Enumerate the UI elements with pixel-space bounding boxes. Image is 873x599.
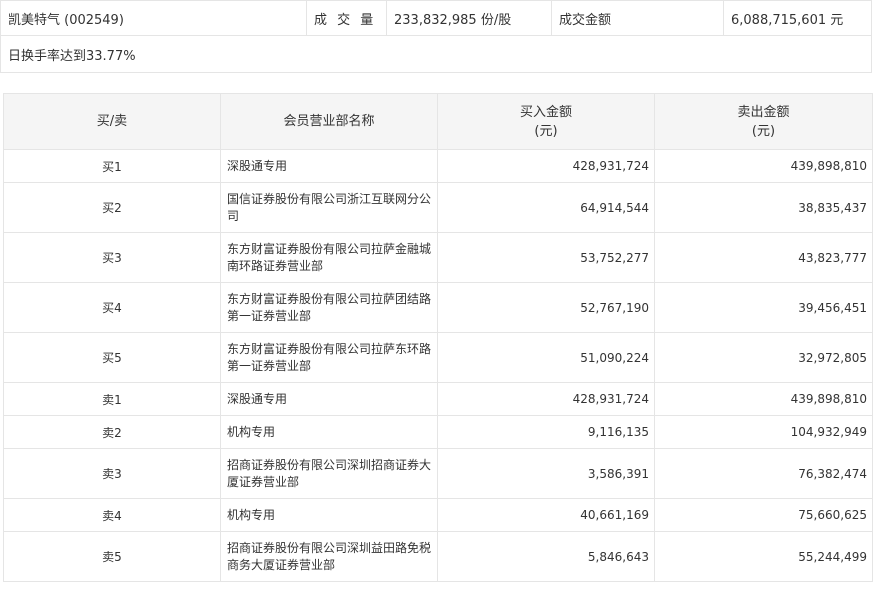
side-cell: 买1	[3, 149, 221, 183]
broker-name-cell: 东方财富证券股份有限公司拉萨东环路 第一证券营业部	[220, 332, 438, 383]
broker-name-line1: 机构专用	[227, 507, 276, 522]
broker-name-line2: 南环路证券营业部	[227, 258, 324, 273]
table-row: 买3 东方财富证券股份有限公司拉萨金融城 南环路证券营业部 53,752,277 …	[3, 232, 873, 283]
buy-amount-cell: 428,931,724	[437, 149, 655, 183]
table-row: 卖1 深股通专用 428,931,724 439,898,810	[3, 382, 873, 416]
broker-name-line2: 司	[227, 208, 240, 223]
broker-name-line1: 东方财富证券股份有限公司拉萨金融城	[227, 241, 432, 256]
sell-amount-cell: 76,382,474	[654, 448, 873, 499]
broker-name-line1: 东方财富证券股份有限公司拉萨团结路	[227, 291, 432, 306]
amount-value: 6,088,715,601 元	[723, 0, 872, 36]
summary-note-row: 日换手率达到33.77%	[0, 35, 872, 73]
stock-name: 凯美特气 (002549)	[0, 0, 307, 36]
broker-name-line1: 深股通专用	[227, 158, 288, 173]
broker-name-cell: 深股通专用	[220, 149, 438, 183]
volume-label: 成 交 量	[306, 0, 387, 36]
sell-amount-cell: 43,823,777	[654, 232, 873, 283]
sell-amount-cell: 104,932,949	[654, 415, 873, 449]
table-header-row: 买/卖 会员营业部名称 买入金额 (元) 卖出金额 (元)	[3, 93, 873, 150]
buy-amount-cell: 53,752,277	[437, 232, 655, 283]
buy-amount-cell: 64,914,544	[437, 182, 655, 233]
header-buy-line1: 买入金额	[519, 104, 572, 120]
sell-amount-cell: 439,898,810	[654, 149, 873, 183]
side-cell: 买4	[3, 282, 221, 333]
buy-amount-cell: 9,116,135	[437, 415, 655, 449]
buy-amount-cell: 51,090,224	[437, 332, 655, 383]
broker-name-cell: 深股通专用	[220, 382, 438, 416]
table-row: 买2 国信证券股份有限公司浙江互联网分公司 64,914,544 38,835,…	[3, 182, 873, 233]
header-sell-line1: 卖出金额	[737, 104, 790, 120]
table-row: 卖4 机构专用 40,661,169 75,660,625	[3, 498, 873, 532]
side-cell: 买5	[3, 332, 221, 383]
broker-name-line2: 第一证券营业部	[227, 358, 312, 373]
sell-amount-cell: 55,244,499	[654, 531, 873, 582]
amount-label: 成交金额	[551, 0, 724, 36]
side-cell: 卖1	[3, 382, 221, 416]
side-cell: 卖2	[3, 415, 221, 449]
broker-name-cell: 东方财富证券股份有限公司拉萨金融城 南环路证券营业部	[220, 232, 438, 283]
table-row: 买5 东方财富证券股份有限公司拉萨东环路 第一证券营业部 51,090,224 3…	[3, 332, 873, 383]
broker-name-line2: 厦证券营业部	[227, 474, 300, 489]
header-buy-line2: (元)	[534, 123, 558, 139]
table-row: 卖2 机构专用 9,116,135 104,932,949	[3, 415, 873, 449]
sell-amount-cell: 39,456,451	[654, 282, 873, 333]
table-row: 卖5 招商证券股份有限公司深圳益田路免税 商务大厦证券营业部 5,846,643 …	[3, 531, 873, 582]
turnover-note: 日换手率达到33.77%	[0, 35, 872, 73]
broker-name-line2: 商务大厦证券营业部	[227, 557, 336, 572]
header-sell-line2: (元)	[751, 123, 776, 139]
broker-name-line1: 招商证券股份有限公司深圳益田路免税	[227, 540, 432, 555]
broker-name-cell: 东方财富证券股份有限公司拉萨团结路 第一证券营业部	[220, 282, 438, 333]
broker-name-cell: 招商证券股份有限公司深圳招商证券大 厦证券营业部	[220, 448, 438, 499]
broker-name-line1: 深股通专用	[227, 391, 288, 406]
header-buy-amount: 买入金额 (元)	[437, 93, 655, 150]
broker-name-cell: 机构专用	[220, 498, 438, 532]
broker-name-line1: 机构专用	[227, 424, 276, 439]
header-sell-amount: 卖出金额 (元)	[654, 93, 873, 150]
buy-amount-cell: 428,931,724	[437, 382, 655, 416]
header-side: 买/卖	[3, 93, 221, 150]
buy-amount-cell: 5,846,643	[437, 531, 655, 582]
side-cell: 卖4	[3, 498, 221, 532]
broker-name-line1: 国信证券股份有限公司浙江互联网分公	[227, 191, 432, 206]
sell-amount-cell: 32,972,805	[654, 332, 873, 383]
side-cell: 卖3	[3, 448, 221, 499]
broker-name-cell: 国信证券股份有限公司浙江互联网分公司	[220, 182, 438, 233]
side-cell: 卖5	[3, 531, 221, 582]
header-broker-name: 会员营业部名称	[220, 93, 438, 150]
buy-amount-cell: 52,767,190	[437, 282, 655, 333]
buy-amount-cell: 3,586,391	[437, 448, 655, 499]
volume-value: 233,832,985 份/股	[386, 0, 552, 36]
broker-name-cell: 招商证券股份有限公司深圳益田路免税 商务大厦证券营业部	[220, 531, 438, 582]
sell-amount-cell: 75,660,625	[654, 498, 873, 532]
summary-table: 凯美特气 (002549) 成 交 量 233,832,985 份/股 成交金额…	[0, 0, 872, 73]
sell-amount-cell: 439,898,810	[654, 382, 873, 416]
side-cell: 买2	[3, 182, 221, 233]
sell-amount-cell: 38,835,437	[654, 182, 873, 233]
summary-row: 凯美特气 (002549) 成 交 量 233,832,985 份/股 成交金额…	[0, 0, 872, 36]
broker-detail-table: 买/卖 会员营业部名称 买入金额 (元) 卖出金额 (元) 买1 深股通专用 428…	[3, 93, 873, 582]
broker-name-line1: 东方财富证券股份有限公司拉萨东环路	[227, 341, 432, 356]
buy-amount-cell: 40,661,169	[437, 498, 655, 532]
table-row: 买4 东方财富证券股份有限公司拉萨团结路 第一证券营业部 52,767,190 3…	[3, 282, 873, 333]
broker-name-line1: 招商证券股份有限公司深圳招商证券大	[227, 457, 432, 472]
table-row: 卖3 招商证券股份有限公司深圳招商证券大 厦证券营业部 3,586,391 76,…	[3, 448, 873, 499]
side-cell: 买3	[3, 232, 221, 283]
broker-name-line2: 第一证券营业部	[227, 308, 312, 323]
table-row: 买1 深股通专用 428,931,724 439,898,810	[3, 149, 873, 183]
broker-name-cell: 机构专用	[220, 415, 438, 449]
